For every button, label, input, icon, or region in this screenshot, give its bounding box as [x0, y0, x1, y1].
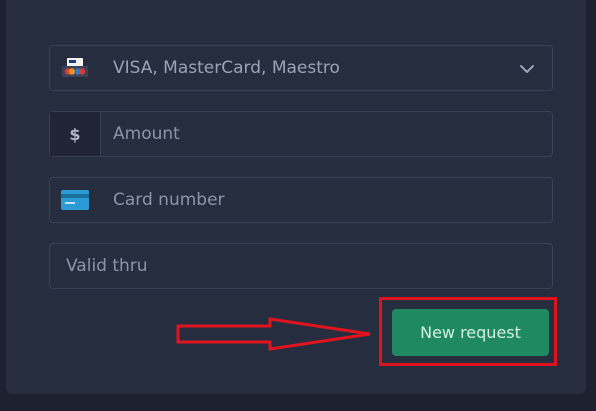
card-number-placeholder: Card number — [113, 190, 225, 210]
chevron-down-icon — [520, 65, 534, 73]
annotation-arrow-icon — [176, 317, 371, 351]
valid-thru-field[interactable]: Valid thru — [49, 243, 553, 289]
new-request-button[interactable]: New request — [392, 309, 549, 356]
card-number-field[interactable]: Card number — [49, 177, 553, 223]
amount-field[interactable]: $ Amount — [49, 111, 553, 157]
payment-method-select[interactable]: VISA, MasterCard, Maestro — [49, 45, 553, 91]
currency-prefix: $ — [50, 112, 101, 156]
valid-thru-placeholder: Valid thru — [66, 256, 148, 276]
amount-placeholder: Amount — [113, 124, 180, 144]
payment-method-value: VISA, MasterCard, Maestro — [113, 58, 340, 78]
credit-card-icon — [50, 178, 100, 222]
card-brands-icon — [50, 46, 100, 90]
